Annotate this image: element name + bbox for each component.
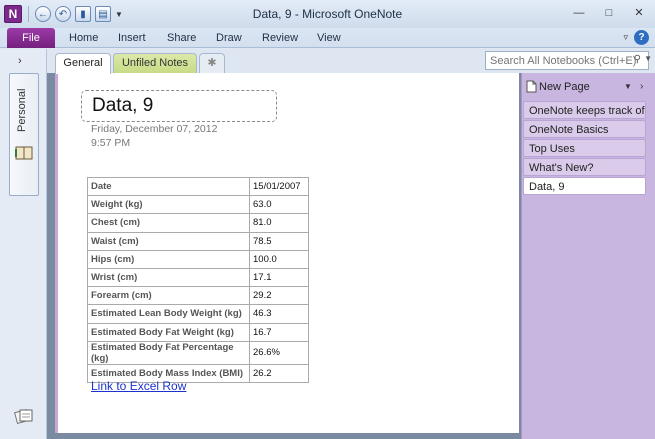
row-label[interactable]: Waist (cm) (87, 231, 250, 251)
row-label[interactable]: Estimated Lean Body Weight (kg) (87, 304, 250, 324)
expand-notebook-pane-icon[interactable]: › (18, 55, 22, 67)
page-item-selected[interactable]: Data, 9 (523, 177, 646, 195)
row-label[interactable]: Weight (kg) (87, 195, 250, 215)
row-value[interactable]: 100.0 (249, 249, 309, 269)
row-label[interactable]: Wrist (cm) (87, 267, 250, 288)
table-row: Weight (kg) 63.0 (87, 195, 309, 215)
row-label[interactable]: Estimated Body Fat Weight (kg) (87, 322, 250, 342)
row-label[interactable]: Forearm (cm) (87, 286, 250, 306)
table-row: Chest (cm) 81.0 (87, 213, 309, 233)
section-tabs-bar: General Unfiled Notes ✱ ⚲ ▼ (47, 49, 655, 74)
page-title-box[interactable]: Data, 9 (81, 90, 277, 122)
tab-draw[interactable]: Draw (216, 28, 242, 48)
table-row: Hips (cm) 100.0 (87, 249, 309, 269)
table-row: Wrist (cm) 17.1 (87, 267, 309, 288)
add-section-icon[interactable]: ✱ (199, 53, 225, 73)
maximize-icon[interactable]: □ (599, 6, 619, 20)
row-value[interactable]: 81.0 (249, 213, 309, 233)
close-icon[interactable]: ✕ (629, 6, 649, 20)
table-row: Forearm (cm) 29.2 (87, 286, 309, 306)
table-row: Waist (cm) 78.5 (87, 231, 309, 251)
row-label[interactable]: Estimated Body Fat Percentage (kg) (87, 340, 250, 365)
file-tab[interactable]: File (7, 28, 55, 48)
canvas-frame: Data, 9 Friday, December 07, 2012 9:57 P… (47, 73, 521, 439)
notebook-icon (15, 146, 33, 160)
row-value[interactable]: 15/01/2007 (249, 176, 309, 197)
window-controls: — □ ✕ (569, 6, 649, 20)
row-value[interactable]: 46.3 (249, 304, 309, 324)
notebook-personal[interactable]: Personal (9, 73, 39, 196)
row-value[interactable]: 26.2 (249, 363, 309, 383)
row-label[interactable]: Chest (cm) (87, 213, 250, 233)
page-item[interactable]: What's New? (523, 158, 646, 176)
row-value[interactable]: 16.7 (249, 322, 309, 342)
title-bar: N ← ↶ ▮ ▤ ▼ Data, 9 - Microsoft OneNote … (0, 0, 655, 28)
table-row: Date 15/01/2007 (87, 176, 309, 197)
table-row: Estimated Lean Body Weight (kg) 46.3 (87, 304, 309, 324)
search-icon[interactable]: ⚲ (634, 54, 641, 65)
row-value[interactable]: 26.6% (249, 340, 309, 365)
notebook-pane: › Personal (0, 49, 47, 439)
row-value[interactable]: 29.2 (249, 286, 309, 306)
row-value[interactable]: 63.0 (249, 195, 309, 215)
minimize-icon[interactable]: — (569, 6, 589, 20)
row-label[interactable]: Date (87, 176, 250, 197)
help-icon[interactable]: ? (634, 30, 649, 45)
ribbon-right-controls: ▿ ? (623, 30, 649, 45)
new-page-label: New Page (539, 81, 590, 93)
row-label[interactable]: Hips (cm) (87, 249, 250, 269)
tab-home[interactable]: Home (69, 28, 98, 48)
page-date: Friday, December 07, 2012 (91, 123, 218, 135)
excel-row-link[interactable]: Link to Excel Row (91, 379, 186, 393)
search-scope-dropdown-icon[interactable]: ▼ (644, 54, 652, 63)
notebook-label: Personal (16, 88, 28, 132)
tab-insert[interactable]: Insert (118, 28, 146, 48)
tab-view[interactable]: View (317, 28, 341, 48)
page-item[interactable]: Top Uses (523, 139, 646, 157)
search-input[interactable] (485, 51, 649, 70)
tab-review[interactable]: Review (262, 28, 298, 48)
new-page-dropdown-icon[interactable]: ▼ (624, 82, 632, 91)
unfiled-notes-icon[interactable] (14, 407, 34, 425)
section-tab-unfiled-notes[interactable]: Unfiled Notes (113, 53, 197, 73)
table-row: Estimated Body Fat Percentage (kg) 26.6% (87, 340, 309, 365)
page-list-pane: New Page ▼ › OneNote keeps track of OneN… (521, 73, 655, 439)
row-value[interactable]: 17.1 (249, 267, 309, 288)
expand-ribbon-icon[interactable]: ▿ (623, 32, 628, 43)
tab-share[interactable]: Share (167, 28, 196, 48)
measurements-table: Date 15/01/2007 Weight (kg) 63.0 Chest (cm) 8… (87, 176, 309, 383)
page-time: 9:57 PM (91, 137, 131, 149)
table-row: Estimated Body Fat Weight (kg) 16.7 (87, 322, 309, 342)
page-item[interactable]: OneNote Basics (523, 120, 646, 138)
new-page-button[interactable]: New Page ▼ › (525, 79, 653, 97)
section-tab-general[interactable]: General (55, 53, 111, 74)
ribbon-tabs: File Home Insert Share Draw Review View … (0, 28, 655, 48)
row-value[interactable]: 78.5 (249, 231, 309, 251)
note-canvas[interactable]: Data, 9 Friday, December 07, 2012 9:57 P… (55, 73, 519, 433)
new-page-icon (526, 80, 537, 93)
page-title: Data, 9 (92, 95, 154, 116)
page-item[interactable]: OneNote keeps track of (523, 101, 646, 119)
window-title: Data, 9 - Microsoft OneNote (252, 7, 403, 21)
collapse-page-tabs-icon[interactable]: › (640, 81, 643, 92)
